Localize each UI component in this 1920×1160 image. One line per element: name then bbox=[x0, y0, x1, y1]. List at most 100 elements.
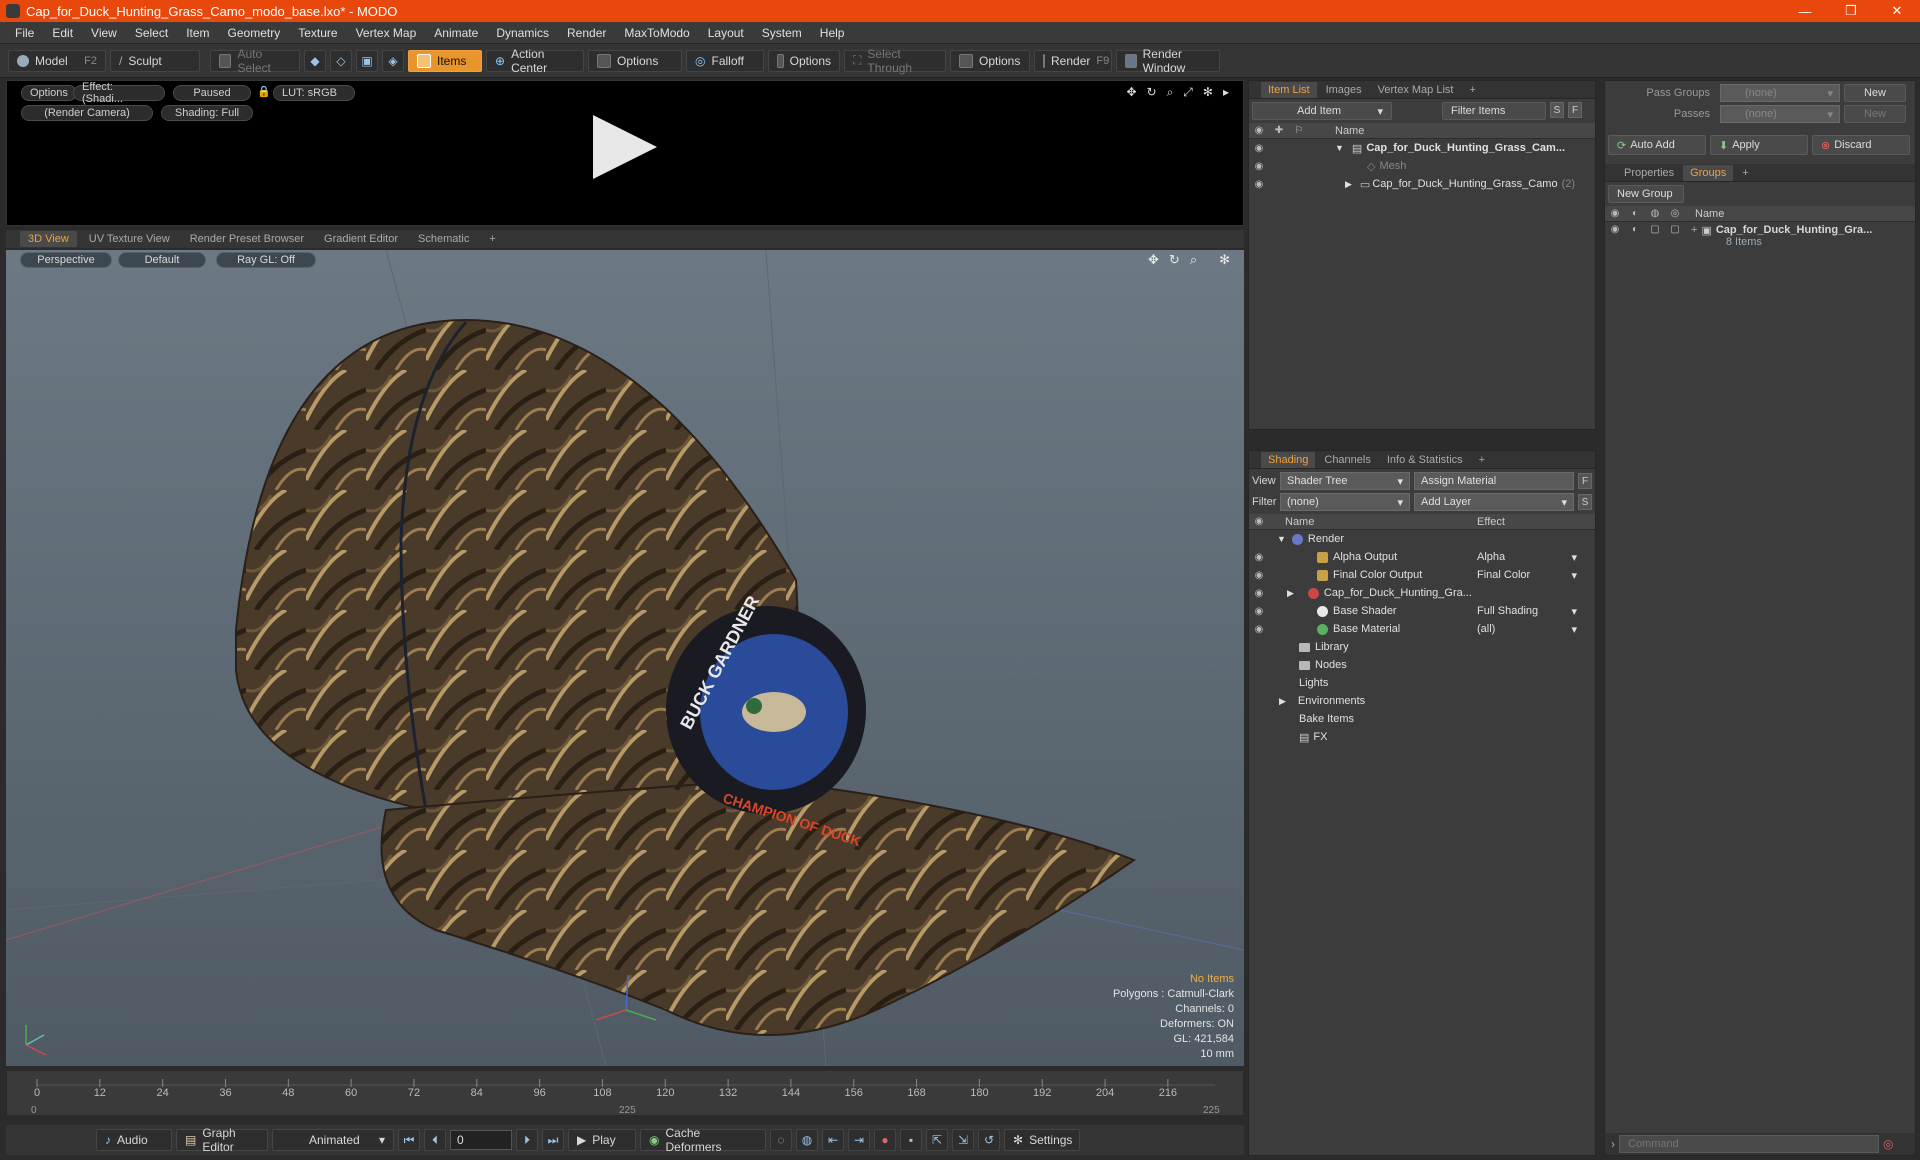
pass-groups-dropdown[interactable]: (none) ▾ bbox=[1720, 84, 1840, 102]
lock-icon[interactable]: 🔒 bbox=[257, 85, 271, 98]
raygl-dropdown[interactable]: Ray GL: Off bbox=[216, 252, 316, 268]
menu-dynamics[interactable]: Dynamics bbox=[487, 26, 558, 40]
menu-animate[interactable]: Animate bbox=[425, 26, 487, 40]
visibility-eye-icon[interactable]: ◉ bbox=[1249, 143, 1269, 154]
maximize-view-icon[interactable]: ⤢ bbox=[1183, 85, 1193, 100]
visibility-eye-icon[interactable]: ◉ bbox=[1249, 606, 1269, 617]
assign-material-input[interactable]: Assign Material bbox=[1414, 472, 1574, 490]
menu-edit[interactable]: Edit bbox=[43, 26, 82, 40]
shader-row-material-group[interactable]: ◉ ▶ Cap_for_Duck_Hunting_Gra... bbox=[1249, 584, 1595, 602]
shader-row-alpha-output[interactable]: ◉ Alpha Output Alpha ▾ bbox=[1249, 548, 1595, 566]
item-row-scene[interactable]: ◉ ▼ ▤ Cap_for_Duck_Hunting_Grass_Cam... bbox=[1249, 139, 1595, 157]
visibility-eye-icon[interactable]: ◉ bbox=[1249, 570, 1269, 581]
group-row[interactable]: ◉ ◐ ▢ ▢ + ▣ Cap_for_Duck_Hunting_Gra... … bbox=[1605, 222, 1915, 254]
visibility-eye-icon[interactable]: ◉ bbox=[1249, 161, 1269, 172]
shading-s-button[interactable]: S bbox=[1578, 494, 1592, 510]
effect-dropdown[interactable]: Full Shading ▾ bbox=[1477, 605, 1577, 618]
new-pass-group-button[interactable]: New bbox=[1844, 84, 1906, 102]
apply-button[interactable]: ⬇ Apply bbox=[1710, 135, 1808, 155]
shading-add-tab[interactable]: + bbox=[1472, 452, 1492, 468]
visibility-eye-icon[interactable]: ◉ bbox=[1249, 624, 1269, 635]
shader-row-library[interactable]: Library bbox=[1249, 638, 1595, 656]
shader-row-render[interactable]: ▼ Render bbox=[1249, 530, 1595, 548]
expand-arrow-icon[interactable]: ▼ bbox=[1277, 534, 1286, 544]
preview-camera-dropdown[interactable]: (Render Camera) bbox=[21, 105, 153, 121]
materials-mode-icon[interactable]: ◈ bbox=[382, 49, 404, 72]
collapse-arrow-icon[interactable]: ▶ bbox=[1287, 588, 1294, 599]
play-icon[interactable] bbox=[593, 115, 657, 179]
expand-plus-icon[interactable]: + bbox=[1691, 224, 1697, 236]
vp-move-icon[interactable]: ✥ bbox=[1148, 252, 1159, 268]
tab-channels[interactable]: Channels bbox=[1317, 452, 1377, 468]
shader-row-lights[interactable]: Lights bbox=[1249, 674, 1595, 692]
collapse-arrow-icon[interactable]: ▶ bbox=[1345, 179, 1352, 190]
select-through-button[interactable]: ⛶ Select Through bbox=[844, 47, 946, 75]
vp-settings-gear-icon[interactable]: ✻ bbox=[1219, 252, 1230, 268]
current-frame-input[interactable]: 0 bbox=[450, 1130, 512, 1150]
play-button[interactable]: ▶ Play bbox=[568, 1129, 636, 1151]
visibility-eye-icon[interactable]: ◉ bbox=[1249, 588, 1269, 599]
key-set-icon[interactable]: ◍ bbox=[796, 1129, 818, 1151]
preview-lut-dropdown[interactable]: LUT: sRGB bbox=[273, 85, 355, 101]
key-auto-icon[interactable]: ◌ bbox=[770, 1129, 792, 1151]
shader-row-fx[interactable]: ▤ FX bbox=[1249, 728, 1595, 746]
tab-vertex-map-list[interactable]: Vertex Map List bbox=[1371, 82, 1461, 98]
shader-row-final-color-output[interactable]: ◉ Final Color Output Final Color ▾ bbox=[1249, 566, 1595, 584]
tab-gradient-editor[interactable]: Gradient Editor bbox=[316, 231, 406, 247]
collapse-arrow-icon[interactable]: ▶ bbox=[1279, 696, 1286, 707]
menu-maxtomodo[interactable]: MaxToModo bbox=[615, 26, 698, 40]
perspective-dropdown[interactable]: Perspective bbox=[20, 252, 112, 268]
menu-texture[interactable]: Texture bbox=[289, 26, 346, 40]
settings-gear-icon[interactable]: ✻ bbox=[1203, 85, 1213, 100]
polygons-mode-icon[interactable]: ▣ bbox=[356, 49, 378, 72]
audio-button[interactable]: ♪ Audio bbox=[96, 1129, 172, 1151]
skip-to-start-icon[interactable]: ⏮ bbox=[398, 1129, 420, 1151]
tab-shading[interactable]: Shading bbox=[1261, 451, 1316, 468]
items-mode-button[interactable]: Items bbox=[408, 49, 482, 72]
menu-system[interactable]: System bbox=[753, 26, 811, 40]
vp-zoom-icon[interactable]: ⌕ bbox=[1190, 252, 1197, 268]
command-history-icon[interactable]: ◎ bbox=[1883, 1137, 1893, 1151]
expand-arrow-icon[interactable]: ▼ bbox=[1335, 143, 1344, 153]
falloff-button[interactable]: ◎ Falloff bbox=[686, 49, 764, 72]
menu-view[interactable]: View bbox=[82, 26, 126, 40]
range-start-icon[interactable]: ⇱ bbox=[926, 1129, 948, 1151]
sculpt-mode-button[interactable]: / Sculpt bbox=[110, 49, 200, 72]
preview-effect-dropdown[interactable]: Effect: (Shadi... bbox=[73, 81, 165, 105]
model-mode-button[interactable]: Model F2 bbox=[8, 49, 106, 72]
add-tab-button[interactable]: + bbox=[481, 231, 503, 247]
cache-deformers-button[interactable]: ◉ Cache Deformers bbox=[640, 1126, 766, 1154]
action-center-options-button[interactable]: Options bbox=[588, 49, 682, 72]
prev-key-icon[interactable]: ⇤ bbox=[822, 1129, 844, 1151]
rotate-view-icon[interactable]: ↻ bbox=[1147, 85, 1157, 100]
next-key-icon[interactable]: ⇥ bbox=[848, 1129, 870, 1151]
skip-to-end-icon[interactable]: ⏭ bbox=[542, 1129, 564, 1151]
step-back-icon[interactable]: ⏴ bbox=[424, 1129, 446, 1151]
tab-groups[interactable]: Groups bbox=[1683, 164, 1734, 181]
auto-add-button[interactable]: ⟳ Auto Add bbox=[1608, 135, 1706, 155]
select-through-options-button[interactable]: Options bbox=[950, 49, 1030, 72]
action-center-button[interactable]: ⊕ Action Center bbox=[486, 47, 584, 75]
maximize-button[interactable]: ❐ bbox=[1828, 0, 1874, 22]
tab-uv-texture-view[interactable]: UV Texture View bbox=[81, 231, 178, 247]
tab-images[interactable]: Images bbox=[1319, 82, 1369, 98]
timeline[interactable]: 0 12 24 36 48 60 72 84 96 108 120 132 144 156 168 180 19… bbox=[6, 1070, 1244, 1116]
item-list-s-button[interactable]: S bbox=[1550, 102, 1564, 118]
new-group-button[interactable]: New Group bbox=[1608, 185, 1684, 203]
expand-arrow-icon[interactable]: ▸ bbox=[1223, 85, 1229, 100]
item-list-f-button[interactable]: F bbox=[1568, 102, 1582, 118]
tab-render-preset-browser[interactable]: Render Preset Browser bbox=[182, 231, 312, 247]
auto-select-button[interactable]: Auto Select bbox=[210, 47, 300, 75]
animated-dropdown[interactable]: Animated ▾ bbox=[272, 1129, 394, 1151]
effect-dropdown[interactable]: Final Color ▾ bbox=[1477, 569, 1577, 582]
range-end-icon[interactable]: ⇲ bbox=[952, 1129, 974, 1151]
shading-f-button[interactable]: F bbox=[1578, 473, 1592, 489]
menu-help[interactable]: Help bbox=[811, 26, 854, 40]
tab-3d-view[interactable]: 3D View bbox=[20, 231, 77, 247]
menu-file[interactable]: File bbox=[6, 26, 43, 40]
filter-items-input[interactable]: Filter Items bbox=[1442, 102, 1546, 120]
preview-options-button[interactable]: Options bbox=[21, 85, 77, 101]
menu-select[interactable]: Select bbox=[126, 26, 177, 40]
edges-mode-icon[interactable]: ◇ bbox=[330, 49, 352, 72]
item-row-group[interactable]: ◉ ▶ ▭ Cap_for_Duck_Hunting_Grass_Camo (2… bbox=[1249, 175, 1595, 193]
